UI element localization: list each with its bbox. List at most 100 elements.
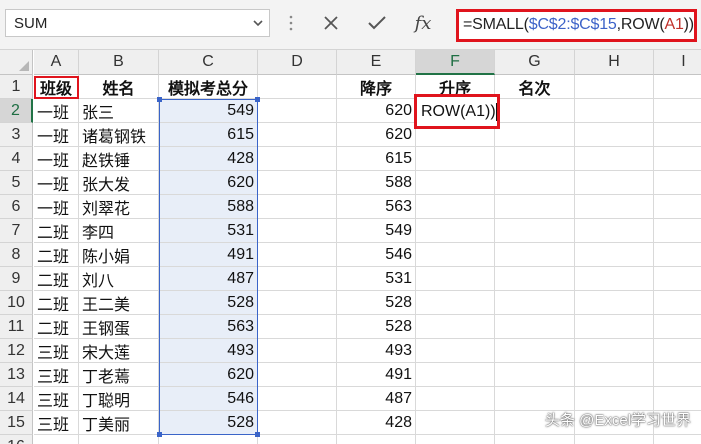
table-cell[interactable]: 491 (159, 243, 258, 267)
table-cell[interactable] (575, 243, 654, 267)
table-cell[interactable] (495, 171, 575, 195)
table-cell[interactable]: 493 (337, 339, 416, 363)
table-cell[interactable] (654, 219, 701, 243)
table-cell[interactable] (258, 315, 337, 339)
table-cell[interactable]: 531 (337, 267, 416, 291)
table-cell[interactable] (654, 243, 701, 267)
active-cell-editor[interactable]: ROW(A1)) (414, 94, 500, 129)
table-cell[interactable] (416, 411, 495, 435)
table-cell[interactable]: 620 (159, 363, 258, 387)
row-header-14[interactable]: 14 (0, 387, 33, 411)
table-cell[interactable] (495, 99, 575, 123)
table-cell[interactable]: 二班 (34, 315, 79, 339)
header-cell[interactable]: 模拟考总分 (159, 75, 258, 99)
select-all-button[interactable] (0, 50, 33, 75)
row-header-12[interactable]: 12 (0, 339, 33, 363)
table-cell[interactable] (575, 363, 654, 387)
header-cell[interactable]: 降序 (337, 75, 416, 99)
table-cell[interactable] (575, 99, 654, 123)
table-cell[interactable] (416, 147, 495, 171)
table-cell[interactable]: 刘八 (79, 267, 159, 291)
column-header-f[interactable]: F (416, 50, 495, 75)
row-header-10[interactable]: 10 (0, 291, 33, 315)
row-header-15[interactable]: 15 (0, 411, 33, 435)
table-cell[interactable] (258, 291, 337, 315)
column-header-i[interactable]: I (654, 50, 701, 75)
table-cell[interactable] (495, 267, 575, 291)
table-cell[interactable] (495, 219, 575, 243)
table-cell[interactable]: 487 (159, 267, 258, 291)
table-cell[interactable] (654, 171, 701, 195)
row-header-7[interactable]: 7 (0, 219, 33, 243)
column-header-c[interactable]: C (159, 50, 258, 75)
table-cell[interactable]: 487 (337, 387, 416, 411)
table-cell[interactable] (258, 99, 337, 123)
table-cell[interactable] (654, 315, 701, 339)
table-cell[interactable]: 二班 (34, 267, 79, 291)
table-cell[interactable]: 三班 (34, 411, 79, 435)
column-header-a[interactable]: A (34, 50, 79, 75)
table-cell[interactable] (495, 123, 575, 147)
table-cell[interactable]: 宋大莲 (79, 339, 159, 363)
chevron-down-icon[interactable] (251, 16, 265, 30)
table-cell[interactable] (258, 411, 337, 435)
table-cell[interactable] (654, 195, 701, 219)
table-cell[interactable] (495, 363, 575, 387)
table-cell[interactable] (575, 123, 654, 147)
table-cell[interactable] (495, 243, 575, 267)
table-cell[interactable]: 531 (159, 219, 258, 243)
column-header-b[interactable]: B (79, 50, 159, 75)
table-cell[interactable]: 588 (337, 171, 416, 195)
table-cell[interactable]: 丁美丽 (79, 411, 159, 435)
table-cell[interactable]: 491 (337, 363, 416, 387)
table-cell[interactable]: 诸葛钢铁 (79, 123, 159, 147)
table-cell[interactable] (495, 315, 575, 339)
row-header-1[interactable]: 1 (0, 75, 33, 99)
table-cell[interactable] (654, 267, 701, 291)
table-cell[interactable]: 563 (159, 315, 258, 339)
table-cell[interactable]: 428 (337, 411, 416, 435)
table-cell[interactable]: 528 (159, 411, 258, 435)
table-cell[interactable] (654, 147, 701, 171)
table-cell[interactable] (495, 195, 575, 219)
table-cell[interactable] (416, 243, 495, 267)
table-cell[interactable]: 二班 (34, 291, 79, 315)
table-cell[interactable] (337, 435, 416, 444)
table-cell[interactable] (416, 291, 495, 315)
table-cell[interactable]: 李四 (79, 219, 159, 243)
column-header-h[interactable]: H (575, 50, 654, 75)
row-header-13[interactable]: 13 (0, 363, 33, 387)
name-box[interactable]: SUM (5, 9, 270, 37)
table-cell[interactable]: 三班 (34, 363, 79, 387)
cancel-button[interactable] (313, 9, 349, 37)
table-cell[interactable] (575, 435, 654, 444)
table-cell[interactable] (79, 435, 159, 444)
table-cell[interactable] (416, 219, 495, 243)
table-cell[interactable] (575, 387, 654, 411)
table-cell[interactable]: 陈小娟 (79, 243, 159, 267)
table-cell[interactable]: 一班 (34, 99, 79, 123)
table-cell[interactable] (416, 267, 495, 291)
row-header-8[interactable]: 8 (0, 243, 33, 267)
table-cell[interactable] (416, 363, 495, 387)
table-cell[interactable]: 张三 (79, 99, 159, 123)
column-header-d[interactable]: D (258, 50, 337, 75)
table-cell[interactable] (34, 435, 79, 444)
table-cell[interactable] (416, 195, 495, 219)
row-header-2[interactable]: 2 (0, 99, 33, 123)
header-cell[interactable]: 名次 (495, 75, 575, 99)
header-cell[interactable] (575, 75, 654, 99)
table-cell[interactable]: 王二美 (79, 291, 159, 315)
table-cell[interactable] (416, 387, 495, 411)
table-cell[interactable]: 549 (159, 99, 258, 123)
table-cell[interactable]: 三班 (34, 339, 79, 363)
table-cell[interactable] (416, 315, 495, 339)
table-cell[interactable] (258, 219, 337, 243)
table-cell[interactable]: 546 (337, 243, 416, 267)
column-header-g[interactable]: G (495, 50, 575, 75)
row-header-6[interactable]: 6 (0, 195, 33, 219)
header-cell[interactable] (258, 75, 337, 99)
table-cell[interactable] (575, 339, 654, 363)
table-cell[interactable]: 546 (159, 387, 258, 411)
table-cell[interactable]: 丁老蔫 (79, 363, 159, 387)
